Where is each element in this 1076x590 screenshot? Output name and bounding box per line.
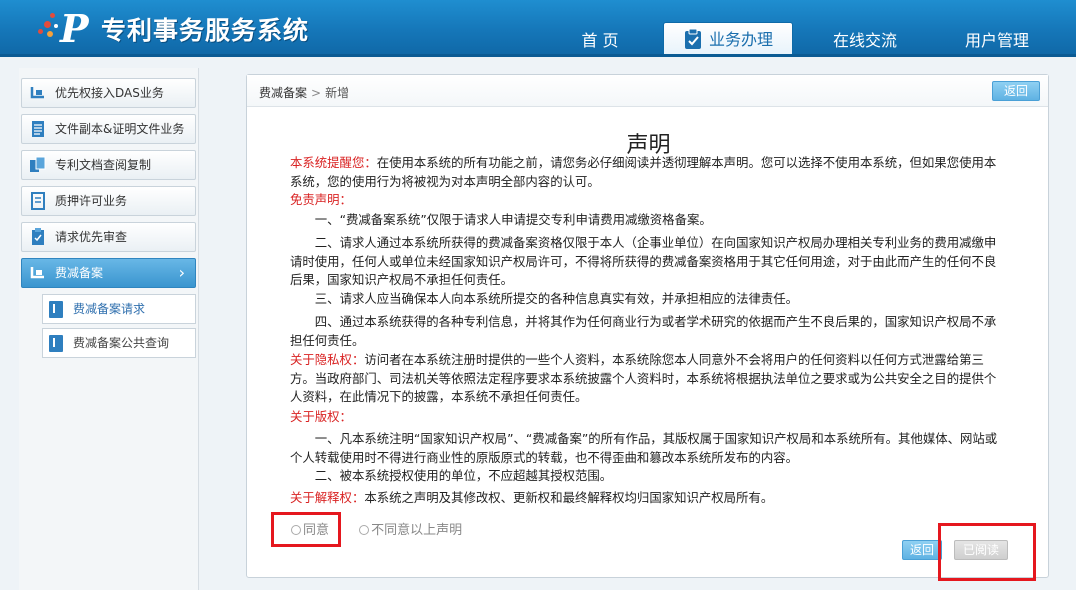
clipboard-icon — [683, 28, 703, 50]
document-icon — [29, 120, 47, 138]
sidebar-item-label: 优先权接入DAS业务 — [55, 86, 164, 100]
link-icon — [29, 264, 47, 282]
sidebar-item-file-copy[interactable]: 文件副本&证明文件业务 — [21, 114, 196, 144]
disagree-label: 不同意以上声明 — [371, 523, 463, 538]
breadcrumb-current: 新增 — [325, 86, 350, 100]
link-icon — [29, 84, 47, 102]
intro-heading: 本系统提醒您： — [290, 155, 377, 170]
top-header: P 专利事务服务系统 首 页 业务办理 在线交流 用户管理 — [0, 0, 1076, 57]
clipboard-icon — [29, 228, 47, 246]
sidebar-item-label: 文件副本&证明文件业务 — [55, 122, 185, 136]
interpretation-text: 本系统之声明及其修改权、更新权和最终解释权均归国家知识产权局所有。 — [364, 490, 774, 505]
copyright-item: 一、凡本系统注明“国家知识产权局”、“费减备案”的所有作品，其版权属于国家知识产… — [290, 431, 998, 465]
panel-header: 费减备案 > 新增 返回 — [247, 75, 1048, 107]
declaration-panel: 费减备案 > 新增 返回 声明 本系统提醒您：在使用本系统的所有功能之前，请您务必仔… — [246, 74, 1049, 581]
copy-icon — [29, 156, 47, 174]
sidebar-item-das[interactable]: 优先权接入DAS业务 — [21, 78, 196, 108]
breadcrumb-separator: > — [311, 86, 322, 100]
disclaimer-item: 三、请求人应当确保本人向本系统所提交的各种信息真实有效，并承担相应的法律责任。 — [314, 291, 799, 306]
sidebar-subitem-fee-query[interactable]: 费减备案公共查询 — [42, 328, 196, 358]
back-button-top[interactable]: 返回 — [992, 81, 1040, 101]
interpretation-paragraph: 关于解释权：本系统之声明及其修改权、更新权和最终解释权均归国家知识产权局所有。 — [290, 489, 1005, 508]
sidebar-item-label: 专利文档查阅复制 — [55, 158, 152, 172]
disclaimer-item: 四、通过本系统获得的各种专利信息，并将其作为任何商业行为或者学术研究的依据而产生… — [290, 314, 997, 348]
logo: P — [38, 9, 98, 49]
nav-business-label: 业务办理 — [708, 30, 773, 49]
sidebar-item-label: 费减备案 — [55, 266, 104, 280]
breadcrumb: 费减备案 > 新增 — [259, 84, 349, 101]
privacy-paragraph: 关于隐私权：访问者在本系统注册时提供的一些个人资料，本系统除您本人同意外不会将用… — [290, 351, 1005, 407]
sidebar-item-doc-review[interactable]: 专利文档查阅复制 — [21, 150, 196, 180]
highlight-box-read — [938, 523, 1036, 581]
book-icon — [49, 335, 63, 352]
contract-icon — [29, 192, 47, 210]
interpretation-heading: 关于解释权： — [290, 490, 365, 505]
disclaimer-heading: 免责声明： — [290, 192, 352, 207]
sidebar-subitem-label: 费减备案请求 — [73, 302, 146, 316]
sidebar-subitem-label: 费减备案公共查询 — [73, 336, 170, 350]
sidebar-item-label: 请求优先审查 — [55, 230, 128, 244]
sidebar-item-priority-review[interactable]: 请求优先审查 — [21, 222, 196, 252]
intro-paragraph: 本系统提醒您：在使用本系统的所有功能之前，请您务必仔细阅读并透彻理解本声明。您可… — [290, 154, 1005, 191]
disclaimer-item: 二、请求人通过本系统所获得的费减备案资格仅限于本人（企事业单位）在向国家知识产权… — [290, 235, 997, 287]
sidebar-item-fee-reduction[interactable]: 费减备案 — [21, 258, 196, 288]
nav-online-chat[interactable]: 在线交流 — [815, 27, 915, 57]
disclaimer-item: 一、“费减备案系统”仅限于请求人申请提交专利申请费用减缴资格备案。 — [314, 212, 712, 227]
sidebar-subitem-fee-request[interactable]: 费减备案请求 — [42, 294, 196, 324]
nav-business[interactable]: 业务办理 — [663, 22, 793, 57]
sidebar: 优先权接入DAS业务 文件副本&证明文件业务 专利文档查阅复制 质押许可业务 请… — [19, 68, 199, 590]
nav-user-management[interactable]: 用户管理 — [947, 27, 1047, 57]
disagree-option[interactable]: 不同意以上声明 — [359, 523, 462, 538]
sidebar-item-label: 质押许可业务 — [55, 194, 128, 208]
disagree-radio[interactable] — [359, 525, 370, 535]
intro-text: 在使用本系统的所有功能之前，请您务必仔细阅读并透彻理解本声明。您可以选择不使用本… — [290, 155, 997, 189]
system-title: 专利事务服务系统 — [101, 16, 310, 45]
privacy-heading: 关于隐私权： — [290, 352, 365, 367]
privacy-text: 访问者在本系统注册时提供的一些个人资料，本系统除您本人同意外不会将用户的任何资料… — [290, 352, 997, 404]
back-button-bottom[interactable]: 返回 — [902, 540, 942, 560]
book-icon — [49, 301, 63, 318]
nav-home[interactable]: 首 页 — [560, 27, 640, 57]
highlight-box-agree — [271, 512, 341, 547]
copyright-item: 二、被本系统授权使用的单位，不应超越其授权范围。 — [314, 468, 613, 483]
breadcrumb-parent[interactable]: 费减备案 — [259, 86, 307, 100]
sidebar-item-pledge[interactable]: 质押许可业务 — [21, 186, 196, 216]
copyright-heading: 关于版权： — [290, 409, 352, 424]
